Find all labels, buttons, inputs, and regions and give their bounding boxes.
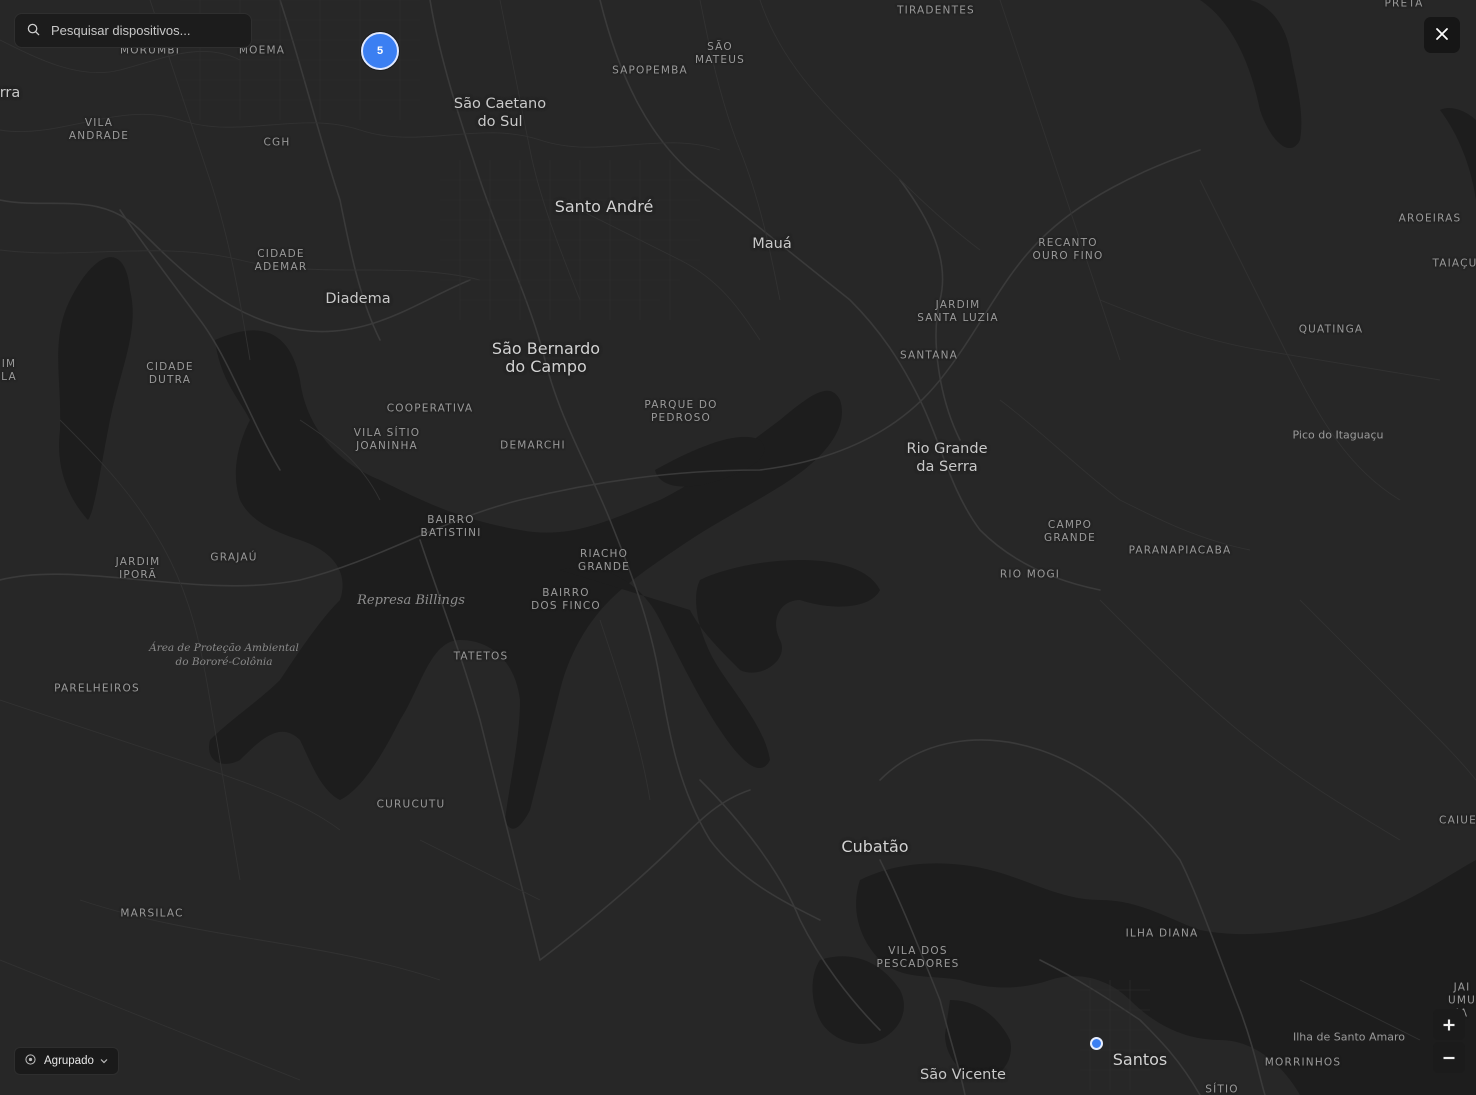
map-canvas[interactable]: Santo André São Caetano do Sul Mauá Diad… <box>0 0 1476 1095</box>
district-label-ilha-diana: ILHA DIANA <box>1125 927 1199 940</box>
search-icon <box>27 21 40 40</box>
district-label-grajau: GRAJAÚ <box>210 551 258 564</box>
water-label-represa-billings: Represa Billings <box>357 593 465 608</box>
district-label-cooperativa: COOPERATIVA <box>386 402 474 415</box>
district-label-sao-mateus: SÃO MATEUS <box>694 41 746 66</box>
district-label-cgh: CGH <box>263 136 291 149</box>
district-label-cidade-ademar: CIDADE ADEMAR <box>254 248 308 273</box>
city-label-diadema: Diadema <box>325 291 391 307</box>
district-label-paranapiacaba: PARANAPIACABA <box>1128 544 1232 557</box>
district-label-vila-andrade: VILA ANDRADE <box>68 117 130 142</box>
district-label-parelheiros: PARELHEIROS <box>54 682 140 695</box>
city-label-sao-caetano: São Caetano do Sul <box>453 96 547 130</box>
chevron-down-icon <box>100 1055 108 1067</box>
map-base-layer <box>0 0 1476 1095</box>
district-label-sitio: SÍTIO <box>1205 1083 1239 1095</box>
close-icon <box>1435 26 1449 45</box>
district-label-vila-dos-pescadores: VILA DOS PESCADORES <box>876 945 960 970</box>
device-search-box[interactable] <box>14 13 252 48</box>
area-label-protecao-ambiental: Área de Proteção Ambiental do Bororé-Col… <box>149 642 299 668</box>
district-label-jardim-ipora: JARDIM IPORÃ <box>115 556 161 581</box>
district-label-sapopemba: SAPOPEMBA <box>612 64 688 77</box>
island-label-ilha-de-santo-amaro: Ilha de Santo Amaro <box>1293 1030 1405 1044</box>
search-input[interactable] <box>49 22 233 39</box>
city-label-rio-grande-da-serra: Rio Grande da Serra <box>906 441 988 475</box>
view-mode-dropdown[interactable]: Agrupado <box>14 1047 119 1075</box>
device-marker[interactable] <box>1090 1037 1103 1050</box>
view-mode-label: Agrupado <box>44 1055 94 1067</box>
district-label-santana: SANTANA <box>899 349 959 362</box>
district-label-vila-sitio-joaninha: VILA SÍTIO JOANINHA <box>353 427 421 452</box>
district-label-jardim-santa-luzia: JARDIM SANTA LUZIA <box>917 299 999 324</box>
plus-icon <box>1443 1019 1455 1030</box>
district-label-tiradentes: TIRADENTES <box>897 4 975 17</box>
district-label-taiacu: TAIAÇU <box>1432 257 1476 270</box>
city-label-santo-andre: Santo André <box>554 197 654 216</box>
district-label-quatinga: QUATINGA <box>1298 323 1364 336</box>
district-label-morrinhos: MORRINHOS <box>1264 1056 1342 1069</box>
water-layer <box>58 0 1476 1095</box>
city-label-edge-left: rra <box>0 85 21 101</box>
city-label-maua: Mauá <box>752 236 792 252</box>
zoom-controls <box>1433 1009 1465 1073</box>
device-cluster-marker[interactable]: 5 <box>361 32 399 70</box>
peak-label-pico-do-itaguacu: Pico do Itaguaçu <box>1292 428 1384 442</box>
district-label-curucutu: CURUCUTU <box>376 798 446 811</box>
zoom-out-button[interactable] <box>1433 1042 1465 1073</box>
district-label-riacho-grande: RIACHO GRANDE <box>578 548 630 573</box>
district-label-recanto-ouro-fino: RECANTO OURO FINO <box>1032 237 1104 262</box>
roads-minor <box>0 0 1476 1081</box>
city-label-sao-vicente: São Vicente <box>920 1067 1006 1083</box>
district-label-rio-mogi: RIO MOGI <box>999 568 1061 581</box>
district-label-demarchi: DEMARCHI <box>500 439 566 452</box>
district-label-tatetos: TATETOS <box>453 650 509 663</box>
district-label-bairro-dos-finco: BAIRRO DOS FINCO <box>531 587 601 612</box>
district-label-parque-do-pedroso: PARQUE DO PEDROSO <box>644 399 718 424</box>
district-label-aroeiras: AROEIRAS <box>1398 212 1462 225</box>
district-label-bairro-batistini: BAIRRO BATISTINI <box>420 514 482 539</box>
zoom-in-button[interactable] <box>1433 1009 1465 1040</box>
district-label-preta: PRETA <box>1384 0 1424 10</box>
minus-icon <box>1443 1056 1455 1059</box>
district-label-im-la: IM LA <box>1 358 17 383</box>
target-icon <box>25 1054 36 1068</box>
district-label-marsilac: MARSILAC <box>120 907 184 920</box>
district-label-cidade-dutra: CIDADE DUTRA <box>146 361 194 386</box>
city-label-santos: Santos <box>1112 1050 1168 1069</box>
city-label-sao-bernardo: São Bernardo do Campo <box>491 339 601 376</box>
district-label-campo-grande: CAMPO GRANDE <box>1044 519 1096 544</box>
district-label-caiue: CAIUE <box>1439 814 1476 827</box>
close-button[interactable] <box>1424 17 1460 53</box>
cluster-count: 5 <box>376 45 384 57</box>
city-label-cubatao: Cubatão <box>841 837 909 856</box>
